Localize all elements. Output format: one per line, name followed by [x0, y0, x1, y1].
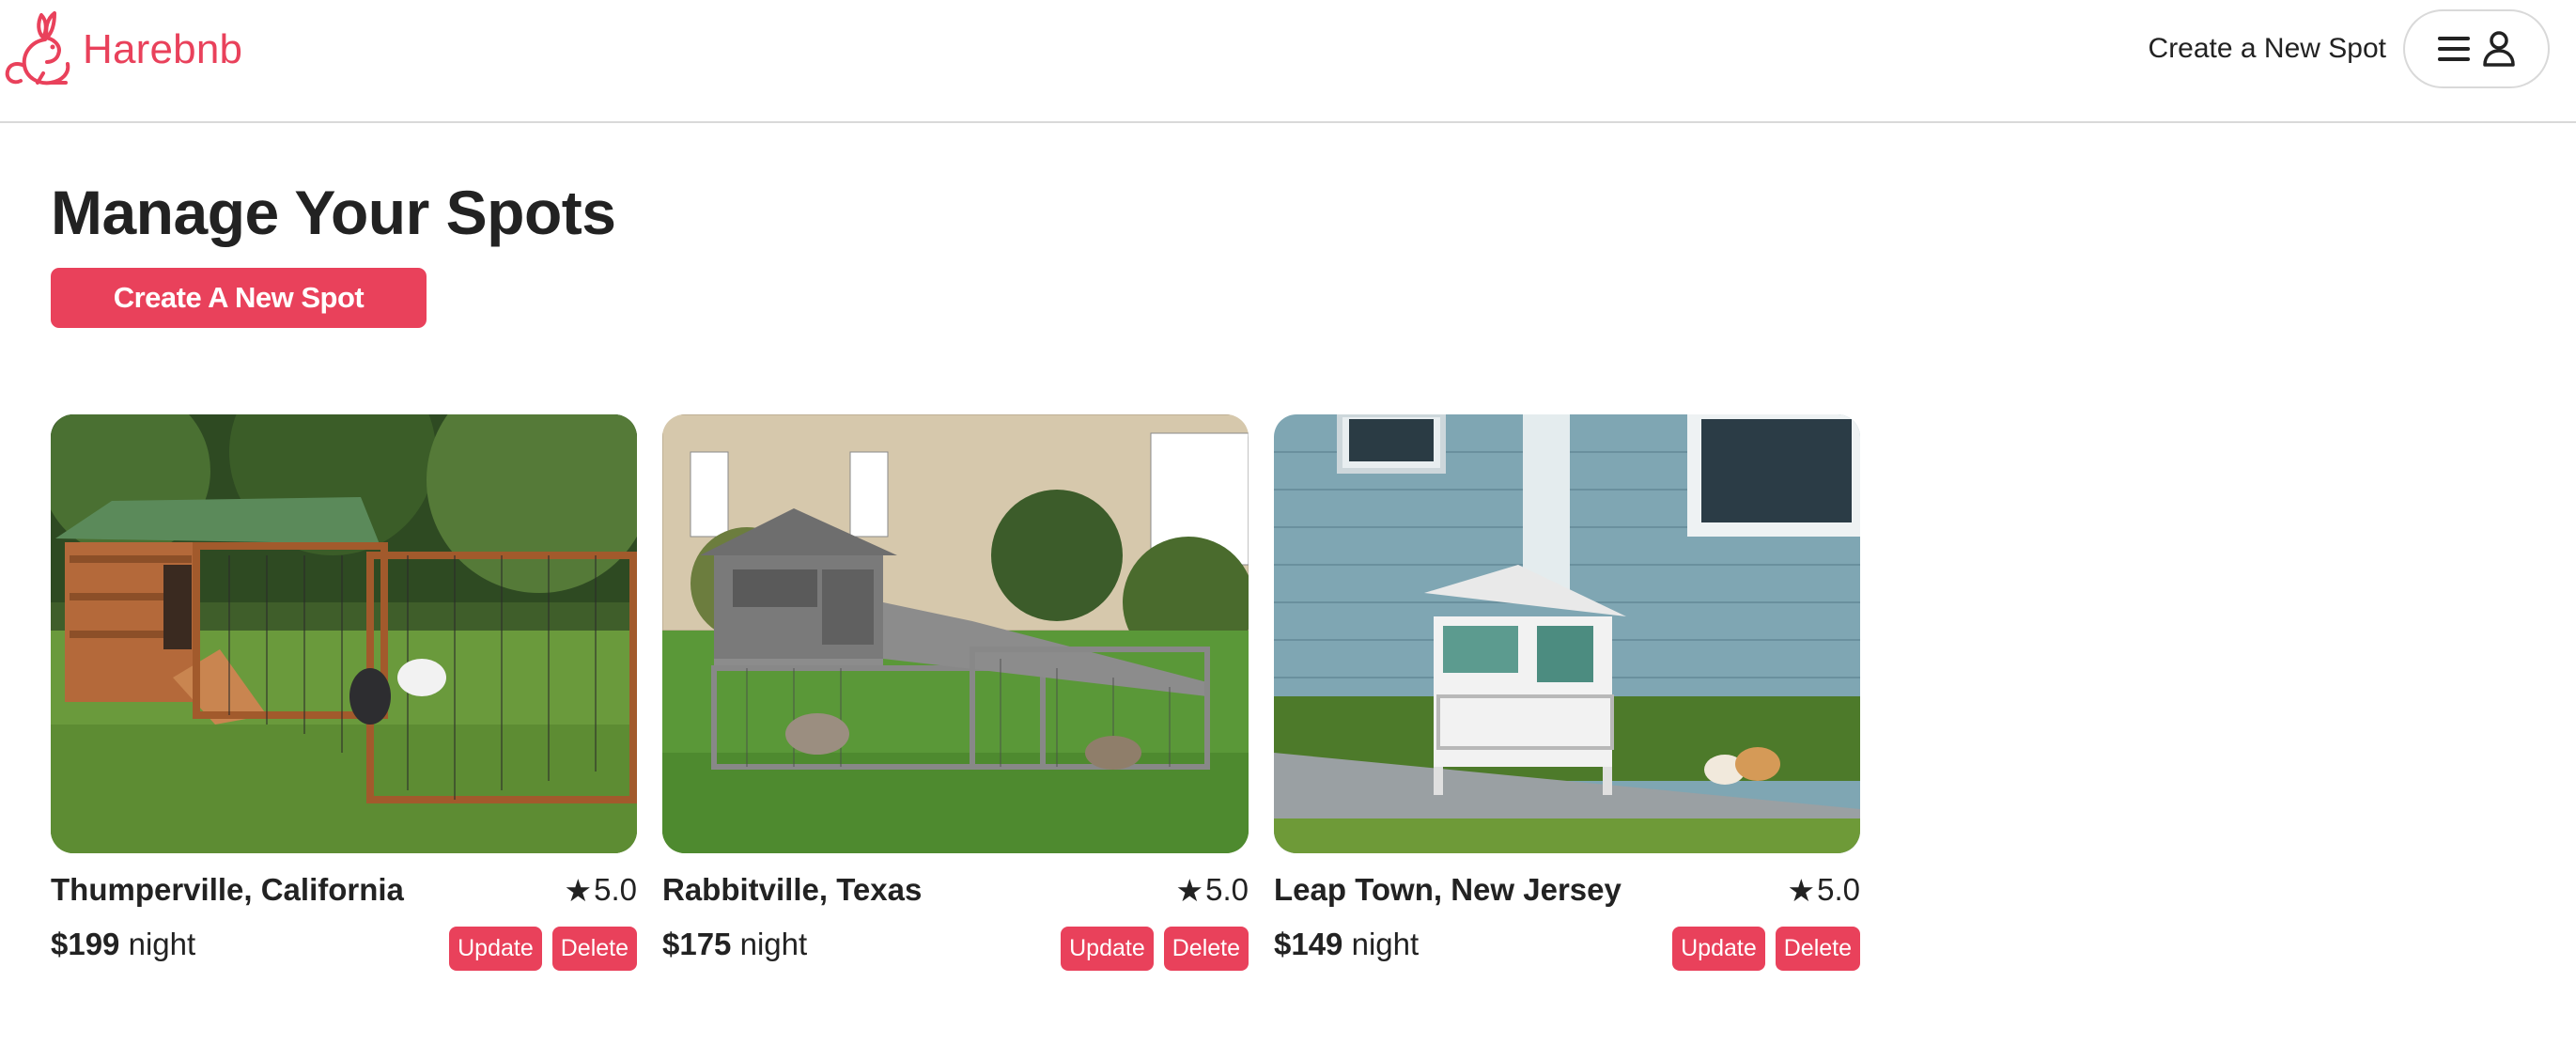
rating-value: 5.0 [1205, 872, 1249, 907]
price-amount: $175 [662, 927, 732, 961]
star-icon: ★ [1175, 872, 1204, 908]
delete-spot-button[interactable]: Delete [551, 927, 637, 971]
brand-name: Harebnb [83, 26, 243, 72]
home-logo-link[interactable]: Harebnb [0, 8, 242, 88]
star-icon: ★ [564, 872, 593, 908]
top-navbar: Harebnb Create a New Spot [0, 0, 2576, 123]
spot-actions: Update Delete [1061, 927, 1249, 971]
spot-image-rabbitville [662, 414, 1249, 853]
user-icon [2483, 31, 2515, 67]
spot-price: $149 night [1274, 927, 1419, 962]
spot-actions: Update Delete [449, 927, 637, 971]
delete-spot-button[interactable]: Delete [1163, 927, 1249, 971]
update-spot-button[interactable]: Update [1061, 927, 1154, 971]
page-title: Manage Your Spots [51, 178, 616, 247]
rabbit-logo-icon [5, 11, 70, 86]
spot-actions: Update Delete [1672, 927, 1860, 971]
create-spot-nav-link[interactable]: Create a New Spot [2149, 33, 2386, 65]
update-spot-button[interactable]: Update [449, 927, 542, 971]
price-unit: night [128, 927, 196, 961]
spot-rating: ★ 5.0 [1176, 872, 1249, 908]
update-spot-button[interactable]: Update [1672, 927, 1765, 971]
spot-rating: ★ 5.0 [565, 872, 637, 908]
delete-spot-button[interactable]: Delete [1775, 927, 1860, 971]
spot-price: $175 night [662, 927, 807, 962]
create-new-spot-button[interactable]: Create A New Spot [51, 268, 427, 328]
spot-image[interactable] [51, 414, 637, 853]
spot-location: Leap Town, New Jersey [1274, 872, 1622, 907]
spot-image[interactable] [662, 414, 1249, 853]
spot-card[interactable]: Thumperville, California ★ 5.0 $199 nigh… [51, 414, 637, 978]
price-amount: $149 [1274, 927, 1343, 961]
spot-image[interactable] [1274, 414, 1860, 853]
price-amount: $199 [51, 927, 120, 961]
rating-value: 5.0 [1817, 872, 1860, 907]
spot-card[interactable]: Leap Town, New Jersey ★ 5.0 $149 night U… [1274, 414, 1860, 978]
spot-location: Rabbitville, Texas [662, 872, 923, 907]
profile-menu-button[interactable] [2403, 9, 2550, 88]
spot-rating: ★ 5.0 [1788, 872, 1860, 908]
rating-value: 5.0 [594, 872, 637, 907]
spot-card[interactable]: Rabbitville, Texas ★ 5.0 $175 night Upda… [662, 414, 1249, 978]
star-icon: ★ [1787, 872, 1816, 908]
price-unit: night [739, 927, 808, 961]
price-unit: night [1351, 927, 1420, 961]
hamburger-icon [2438, 37, 2470, 61]
spot-location: Thumperville, California [51, 872, 404, 907]
spot-price: $199 night [51, 927, 195, 962]
spot-image-leap-town [1274, 414, 1860, 853]
spot-image-thumperville [51, 414, 637, 853]
